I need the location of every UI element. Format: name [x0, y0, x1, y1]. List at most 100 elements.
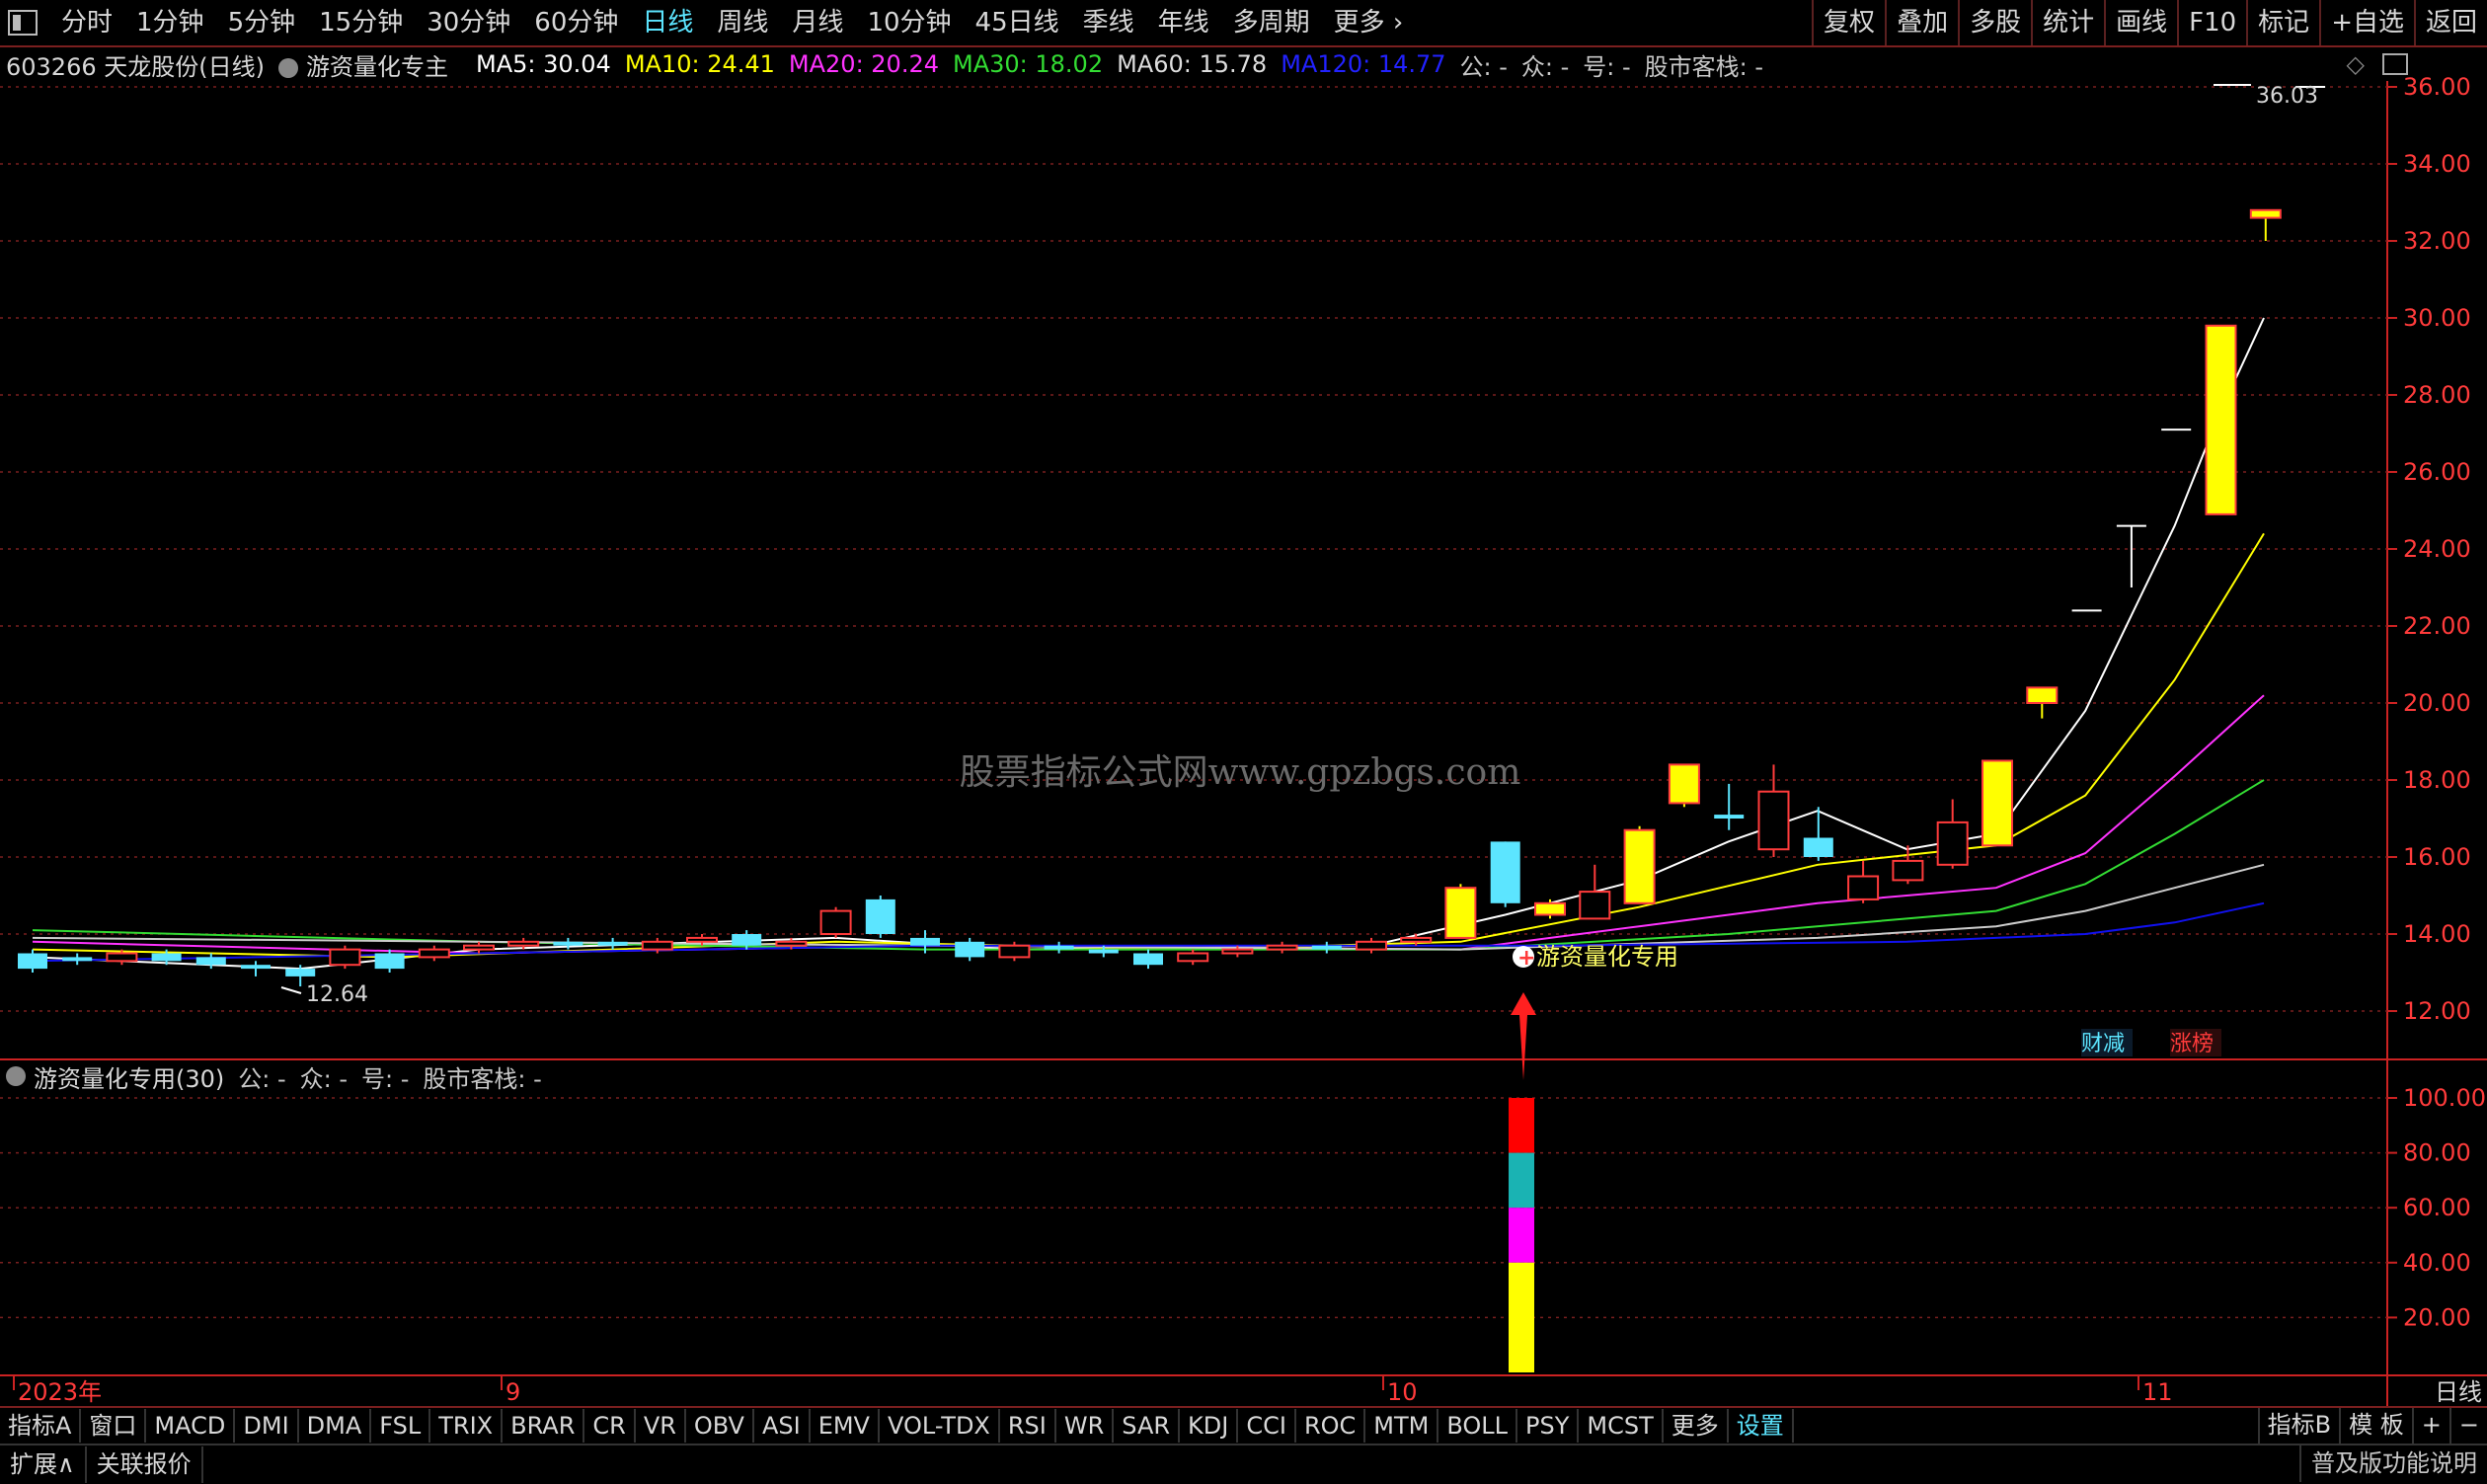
period-7[interactable]: 周线 — [705, 0, 780, 45]
period-14[interactable]: 更多 › — [1322, 0, 1416, 45]
signal-bar — [1509, 1098, 1534, 1372]
candle-body — [463, 944, 495, 951]
period-3[interactable]: 15分钟 — [307, 0, 415, 45]
indicator-tab-11[interactable]: ASI — [754, 1409, 811, 1443]
indicator-tab-1[interactable]: 窗口 — [81, 1409, 147, 1443]
help-link[interactable]: 普及版功能说明 — [2299, 1445, 2487, 1482]
indicator-tab-13[interactable]: VOL-TDX — [880, 1409, 1000, 1443]
window-toggle-icon[interactable] — [8, 10, 38, 36]
period-10[interactable]: 45日线 — [964, 0, 1071, 45]
period-list: 分时 1分钟 5分钟 15分钟 30分钟 60分钟 日线 周线 月线 10分钟 45日线 季线 年线 多周… — [49, 0, 1415, 45]
price-tick: 12.00 — [2403, 997, 2471, 1025]
indicator-tab-9[interactable]: VR — [636, 1409, 686, 1443]
expand-button[interactable]: 扩展∧ — [0, 1446, 87, 1483]
toolbar-right-buttons: 复权 叠加 多股 统计 画线 F10 标记 +自选 返回 — [1812, 0, 2487, 45]
toolbar-button-7[interactable]: +自选 — [2319, 0, 2414, 45]
indicator-tab-10[interactable]: OBV — [686, 1409, 754, 1443]
period-indicator: 日线 — [2435, 1378, 2482, 1406]
indicator-tab-24[interactable]: 更多 — [1664, 1409, 1729, 1443]
period-toolbar: 分时 1分钟 5分钟 15分钟 30分钟 60分钟 日线 周线 月线 10分钟 45日线 季线 年线 多周… — [0, 0, 2487, 47]
price-tick: 20.00 — [2403, 689, 2471, 717]
price-tick: 24.00 — [2403, 535, 2471, 563]
candle-body — [329, 948, 361, 967]
indicator-tab-21[interactable]: BOLL — [1438, 1409, 1518, 1443]
indicator-tab-18[interactable]: CCI — [1238, 1409, 1296, 1443]
indicator-tab-14[interactable]: RSI — [1000, 1409, 1056, 1443]
candle-body — [1356, 940, 1387, 951]
candle-body — [241, 965, 271, 970]
candle-body — [418, 948, 450, 959]
indicator-tab-19[interactable]: ROC — [1296, 1409, 1366, 1443]
period-4[interactable]: 30分钟 — [415, 0, 522, 45]
indicator-tab-15[interactable]: WR — [1056, 1409, 1115, 1443]
candle-body — [2249, 208, 2282, 219]
low-marker — [280, 986, 302, 994]
indicator-tab-8[interactable]: CR — [584, 1409, 636, 1443]
indicator-tab-6[interactable]: TRIX — [430, 1409, 504, 1443]
low-label: 12.64 — [306, 982, 368, 1007]
indicator-tab-23[interactable]: MCST — [1579, 1409, 1664, 1443]
indicator-tab-2[interactable]: MACD — [146, 1409, 236, 1443]
toolbar-button-4[interactable]: 画线 — [2104, 0, 2177, 45]
candle-body — [285, 969, 316, 976]
watermark: 股票指标公式网www.gpzbgs.com — [960, 752, 1521, 793]
candle-body — [106, 952, 138, 963]
candle-body — [775, 940, 808, 947]
toolbar-button-8[interactable]: 返回 — [2413, 0, 2487, 45]
period-13[interactable]: 多周期 — [1221, 0, 1322, 45]
indicator-right-tab-3[interactable]: − — [2448, 1408, 2487, 1444]
related-quote-button[interactable]: 关联报价 — [87, 1446, 203, 1483]
x-label: 2023年 — [18, 1378, 102, 1406]
candle-body — [2205, 324, 2237, 515]
price-tick: 16.00 — [2403, 843, 2471, 871]
candle-body — [1668, 763, 1700, 805]
candle-body — [1490, 841, 1520, 903]
period-6[interactable]: 日线 — [630, 0, 705, 45]
indicator-tab-22[interactable]: PSY — [1517, 1409, 1580, 1443]
indicator-tab-20[interactable]: MTM — [1365, 1409, 1439, 1443]
indicator-tab-16[interactable]: SAR — [1114, 1409, 1181, 1443]
kline-chart[interactable]: 36.00 34.00 32.00 30.00 28.00 26.00 24.00 22.00… — [0, 47, 2487, 1406]
indicator-right-tab-0[interactable]: 指标B — [2257, 1408, 2339, 1444]
period-0[interactable]: 分时 — [49, 0, 124, 45]
toolbar-button-6[interactable]: 标记 — [2246, 0, 2319, 45]
indicator-tab-5[interactable]: FSL — [371, 1409, 431, 1443]
toolbar-button-2[interactable]: 多股 — [1958, 0, 2031, 45]
period-11[interactable]: 季线 — [1071, 0, 1146, 45]
candle-body — [1892, 859, 1924, 882]
indicator-right-tab-1[interactable]: 模 板 — [2339, 1408, 2412, 1444]
candle-body — [819, 909, 852, 935]
ma30-line — [32, 779, 2265, 951]
candle-body — [1088, 949, 1119, 954]
price-tick: 26.00 — [2403, 458, 2471, 486]
chevron-down-icon[interactable] — [6, 1066, 26, 1086]
indicator-tabs: 指标A 窗口 MACD DMI DMA FSL TRIX BRAR CR VR OBV ASI EMV V… — [0, 1406, 2487, 1444]
indicator-tab-12[interactable]: EMV — [811, 1409, 880, 1443]
toolbar-button-0[interactable]: 复权 — [1812, 0, 1885, 45]
period-1[interactable]: 1分钟 — [124, 0, 216, 45]
period-2[interactable]: 5分钟 — [216, 0, 308, 45]
period-12[interactable]: 年线 — [1146, 0, 1221, 45]
candle-body — [732, 934, 762, 946]
period-5[interactable]: 60分钟 — [522, 0, 630, 45]
toolbar-button-5[interactable]: F10 — [2177, 0, 2246, 45]
indicator-tab-17[interactable]: KDJ — [1180, 1409, 1239, 1443]
candle-body — [1044, 945, 1074, 950]
indicator-tab-0[interactable]: 指标A — [0, 1409, 82, 1443]
candle-body — [1714, 815, 1745, 819]
period-8[interactable]: 月线 — [780, 0, 855, 45]
moving-average-lines — [32, 317, 2265, 971]
candle-body — [1221, 948, 1254, 955]
indicator-tab-4[interactable]: DMA — [299, 1409, 372, 1443]
indicator-tab-list: 指标A 窗口 MACD DMI DMA FSL TRIX BRAR CR VR OBV ASI EMV V… — [0, 1409, 1794, 1443]
indicator-tab-25[interactable]: 设置 — [1729, 1409, 1794, 1443]
indicator-tab-7[interactable]: BRAR — [503, 1409, 585, 1443]
sub-chart-info: 游资量化专用(30) 公: - 众: - 号: - 股市客栈: - — [0, 1060, 556, 1093]
period-9[interactable]: 10分钟 — [855, 0, 963, 45]
plus-icon: + — [1517, 946, 1535, 971]
x-label: 10 — [1387, 1378, 1418, 1406]
toolbar-button-3[interactable]: 统计 — [2031, 0, 2104, 45]
toolbar-button-1[interactable]: 叠加 — [1885, 0, 1958, 45]
indicator-tab-3[interactable]: DMI — [235, 1409, 299, 1443]
indicator-right-tab-2[interactable]: + — [2411, 1408, 2449, 1444]
